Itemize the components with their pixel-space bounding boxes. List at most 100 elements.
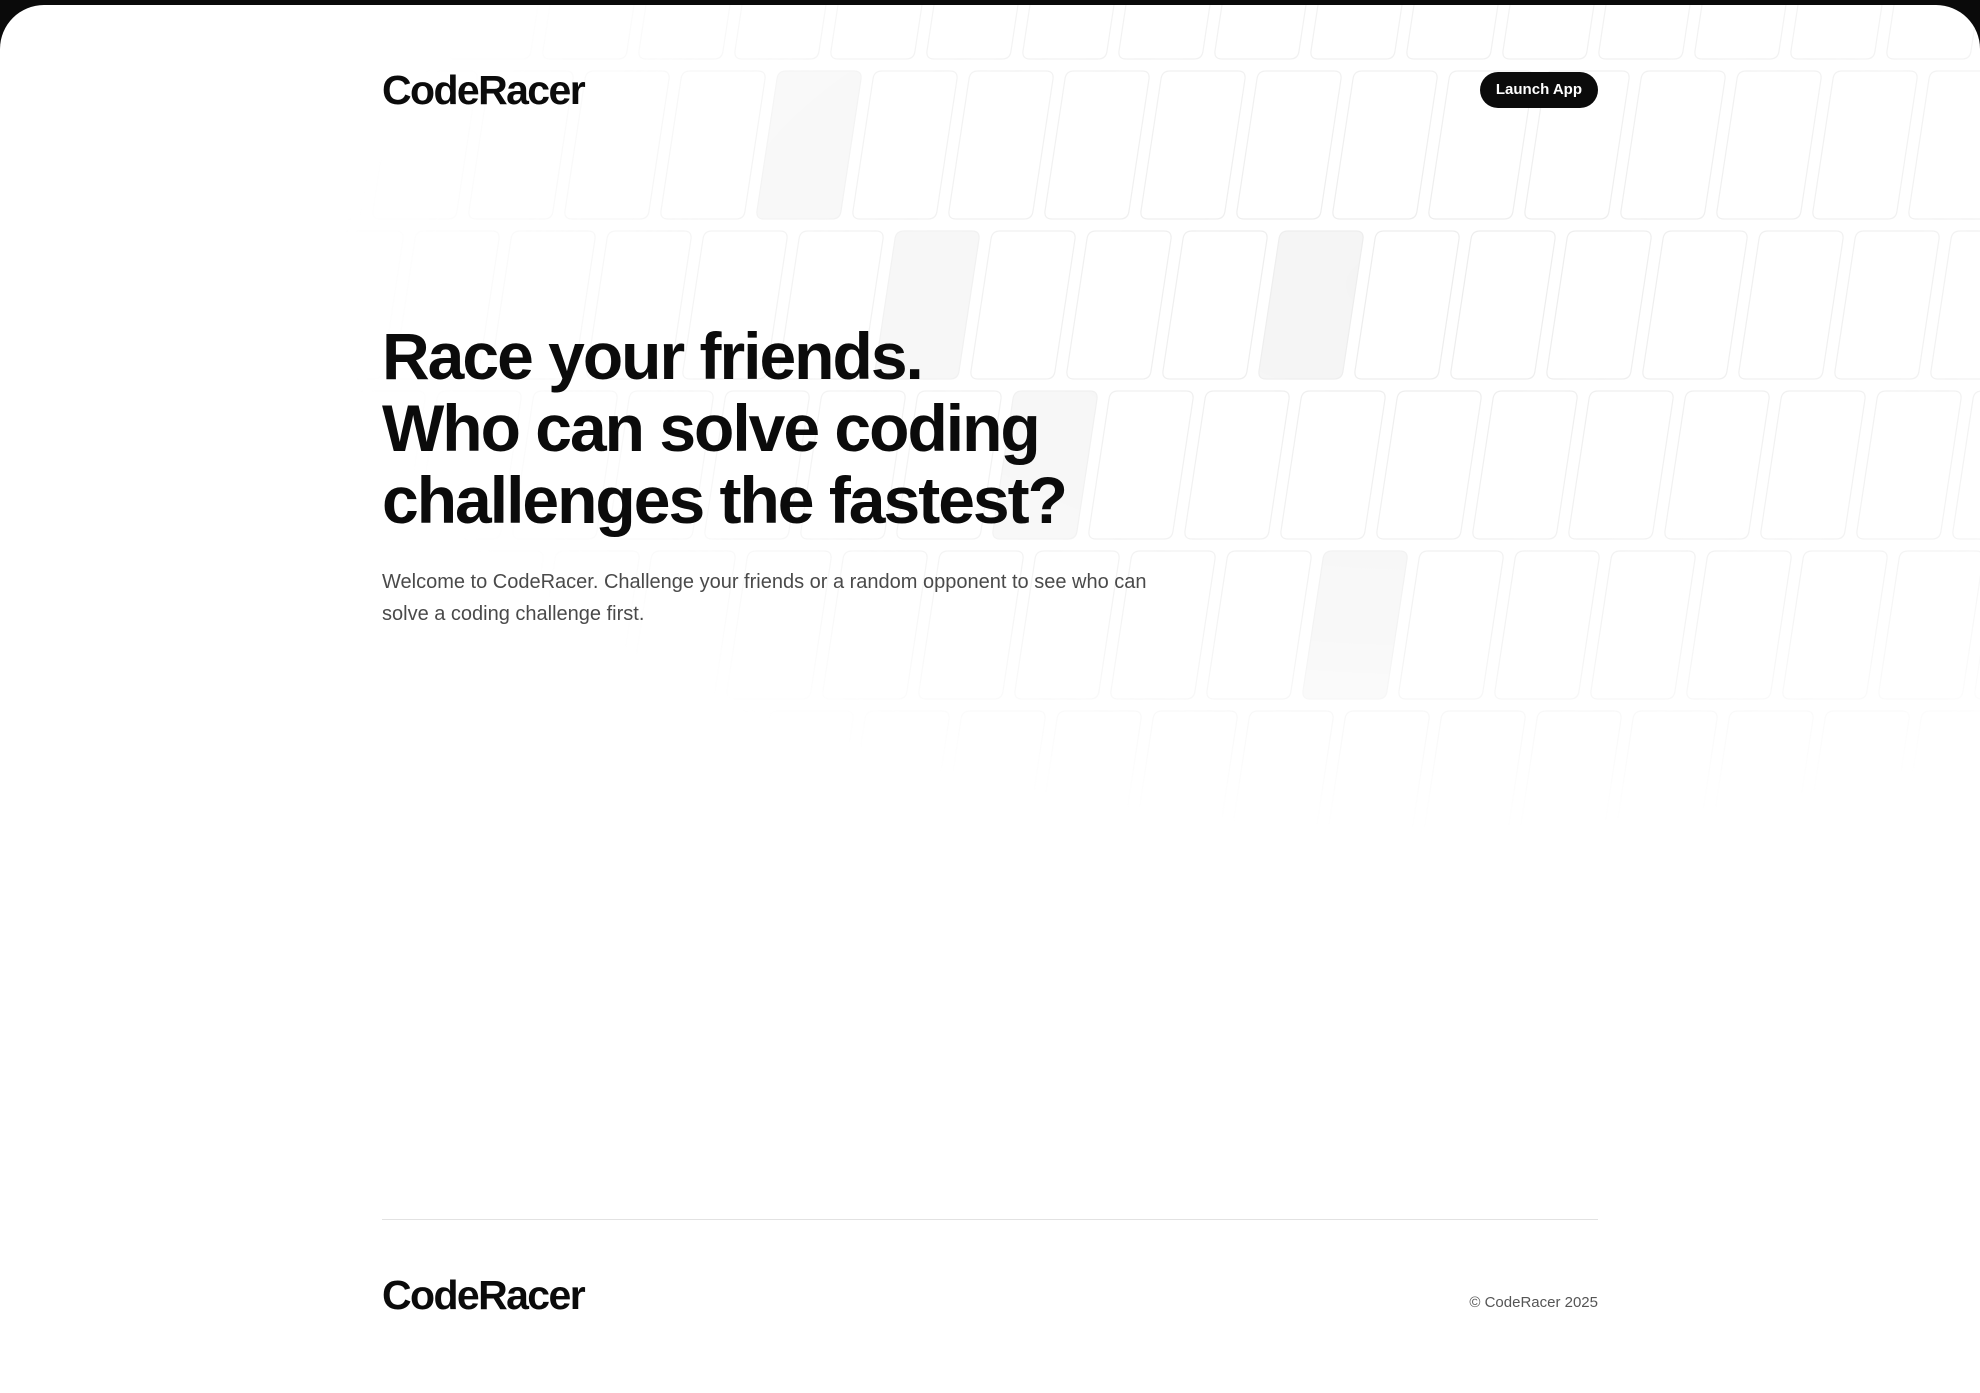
grid-cell <box>844 710 950 860</box>
grid-cell <box>1708 710 1814 860</box>
grid-cell <box>291 870 396 1005</box>
grid-cell <box>3 870 108 1005</box>
hero-section: Race your friends. Who can solve coding … <box>382 320 1598 630</box>
grid-cell <box>1516 710 1622 860</box>
grid-cell <box>1952 390 1980 540</box>
grid-cell <box>0 550 64 700</box>
grid-cell <box>1923 870 1980 1005</box>
grid-cell <box>1612 710 1718 860</box>
grid-cell <box>542 5 635 60</box>
grid-cell <box>1760 390 1866 540</box>
grid-cell <box>1878 550 1980 700</box>
grid-cell <box>1716 70 1822 220</box>
grid-cell <box>54 550 160 700</box>
grid-cell <box>1886 5 1979 60</box>
grid-cell <box>1642 230 1748 380</box>
grid-cell <box>76 710 182 860</box>
grid-cell <box>0 870 12 956</box>
grid-cell <box>1635 870 1740 1005</box>
grid-cell <box>1251 870 1356 1005</box>
grid-cell <box>387 870 492 1005</box>
grid-cell <box>771 870 876 1005</box>
grid-cell <box>1738 230 1844 380</box>
grid-cell <box>1598 5 1691 60</box>
grid-cell <box>1590 550 1696 700</box>
site-header: CodeRacer Launch App <box>382 60 1598 120</box>
grid-cell <box>350 5 443 60</box>
grid-cell <box>1900 710 1980 860</box>
grid-cell <box>1664 390 1770 540</box>
grid-cell <box>1790 5 1883 60</box>
grid-cell <box>1930 230 1980 380</box>
hero-title: Race your friends. Who can solve coding … <box>382 320 1162 536</box>
grid-cell <box>748 710 854 860</box>
hero-title-line-2: Who can solve coding <box>382 391 1041 465</box>
grid-cell <box>1502 5 1595 60</box>
grid-cell <box>1804 710 1910 860</box>
footer-logo[interactable]: CodeRacer <box>382 1271 586 1319</box>
grid-cell <box>150 550 256 700</box>
grid-cell <box>1827 870 1932 1005</box>
grid-cell <box>926 5 1019 60</box>
grid-cell <box>128 390 234 540</box>
grid-cell <box>32 390 138 540</box>
grid-cell <box>867 870 972 1005</box>
grid-cell <box>1347 870 1452 1005</box>
header-logo[interactable]: CodeRacer <box>382 60 586 120</box>
grid-cell <box>1406 5 1499 60</box>
grid-cell <box>224 390 330 540</box>
grid-cell <box>483 870 588 1005</box>
grid-cell <box>1132 710 1238 860</box>
grid-cell <box>734 5 827 60</box>
grid-cell <box>0 5 59 60</box>
grid-cell <box>1974 653 1980 700</box>
grid-cell <box>1022 5 1115 60</box>
grid-cell <box>1310 5 1403 60</box>
grid-cell <box>1620 70 1726 220</box>
grid-cell <box>963 870 1068 1005</box>
grid-cell <box>460 710 566 860</box>
launch-app-button[interactable]: Launch App <box>1479 72 1598 108</box>
grid-cell <box>106 230 212 380</box>
footer-divider <box>382 1219 1598 1220</box>
grid-cell <box>62 5 155 60</box>
grid-cell <box>10 230 116 380</box>
grid-cell <box>1443 870 1548 1005</box>
grid-cell <box>830 5 923 60</box>
grid-cell <box>1036 710 1142 860</box>
grid-cell <box>1908 70 1980 220</box>
hero-title-line-1: Race your friends. <box>382 319 924 393</box>
grid-cell <box>364 710 470 860</box>
grid-cell <box>1228 710 1334 860</box>
grid-cell <box>1118 5 1211 60</box>
grid-cell <box>84 70 190 220</box>
grid-cell <box>172 710 278 860</box>
grid-cell <box>446 5 539 60</box>
grid-cell <box>99 870 204 1005</box>
grid-cell <box>1834 230 1940 380</box>
grid-cell <box>1420 710 1526 860</box>
grid-cell <box>0 390 42 540</box>
grid-cell <box>276 70 382 220</box>
grid-cell <box>0 70 94 220</box>
grid-cell <box>1059 870 1164 1005</box>
grid-cell <box>579 870 684 1005</box>
grid-cell <box>652 710 758 860</box>
grid-cell <box>202 230 308 380</box>
grid-cell <box>1324 710 1430 860</box>
grid-cell <box>1731 870 1836 1005</box>
grid-cell <box>1856 390 1962 540</box>
grid-cell <box>254 5 347 60</box>
grid-cell <box>180 70 286 220</box>
page-window: CodeRacer Launch App Race your friends. … <box>0 5 1980 1393</box>
grid-cell <box>1694 5 1787 60</box>
grid-cell <box>1812 70 1918 220</box>
grid-cell <box>675 870 780 1005</box>
grid-cell <box>556 710 662 860</box>
hero-title-line-3: challenges the fastest? <box>382 463 1068 537</box>
grid-cell <box>940 710 1046 860</box>
grid-cell <box>246 550 352 700</box>
grid-cell <box>0 710 86 860</box>
grid-cell <box>1155 870 1260 1005</box>
grid-cell <box>0 230 20 369</box>
